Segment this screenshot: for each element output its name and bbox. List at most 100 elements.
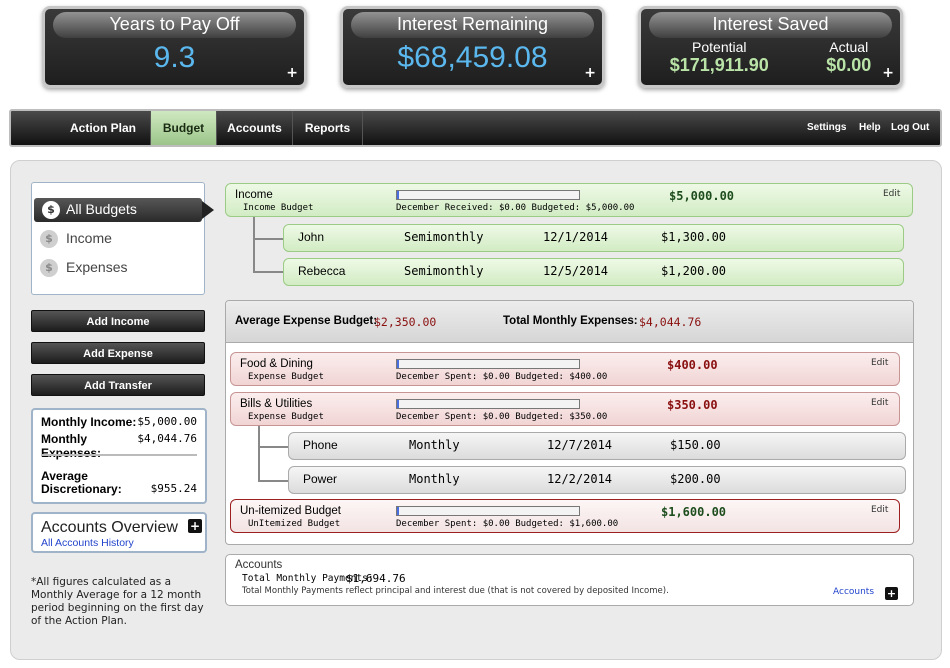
summary-divider <box>41 454 197 456</box>
sidebar-item-expenses[interactable]: $ Expenses <box>37 257 197 279</box>
income-detail: December Received: $0.00 Budgeted: $5,00… <box>396 203 635 213</box>
income-row-rebecca[interactable]: Rebecca Semimonthly 12/5/2014 $1,200.00 <box>283 258 904 286</box>
expand-plus-icon[interactable]: + <box>584 65 596 81</box>
nav-logout[interactable]: Log Out <box>891 111 929 145</box>
avg-expense-label: Average Expense Budget: <box>235 315 378 327</box>
row-amount: $200.00 <box>670 472 721 486</box>
actual-label: Actual <box>829 39 869 55</box>
expense-edit-link[interactable]: Edit <box>871 505 888 515</box>
nav-settings[interactable]: Settings <box>807 111 846 145</box>
accounts-title: Accounts <box>235 559 283 571</box>
add-plus-icon[interactable]: + <box>885 587 898 600</box>
accounts-link[interactable]: Accounts <box>833 587 874 597</box>
total-payments-value: $1,694.76 <box>346 572 406 585</box>
expense-amount: $350.00 <box>667 398 718 412</box>
expense-card-unitemized[interactable]: Un-itemized Budget UnItemized Budget Dec… <box>230 499 900 533</box>
accounts-note: Total Monthly Payments reflect principal… <box>242 586 669 596</box>
nav-budget[interactable]: Budget <box>151 111 217 145</box>
expense-amount: $400.00 <box>667 358 718 372</box>
expense-detail: December Spent: $0.00 Budgeted: $400.00 <box>396 372 608 382</box>
expense-edit-link[interactable]: Edit <box>871 398 888 408</box>
expense-card-bills[interactable]: Bills & Utilities Expense Budget Decembe… <box>230 392 900 426</box>
row-frequency: Semimonthly <box>404 230 484 244</box>
row-frequency: Monthly <box>409 472 460 486</box>
expense-title: Un-itemized Budget <box>240 505 341 517</box>
tree-connector <box>253 238 283 240</box>
potential-label: Potential <box>692 39 747 55</box>
income-subtitle: Income Budget <box>243 203 314 213</box>
footnote: *All figures calculated as a Monthly Ave… <box>31 576 204 627</box>
tile-title: Interest Saved <box>712 14 829 34</box>
sidebar-item-income[interactable]: $ Income <box>37 228 197 250</box>
expense-subtitle: Expense Budget <box>248 412 324 422</box>
discretionary-label: Discretionary: <box>41 482 122 496</box>
all-accounts-history-link[interactable]: All Accounts History <box>41 537 134 549</box>
expense-detail: December Spent: $0.00 Budgeted: $350.00 <box>396 412 608 422</box>
expand-plus-icon[interactable]: + <box>286 65 298 81</box>
progress-fill <box>397 400 399 408</box>
row-frequency: Semimonthly <box>404 264 484 278</box>
tree-connector <box>258 426 260 481</box>
progress-fill <box>397 507 399 515</box>
bills-row-power[interactable]: Power Monthly 12/2/2014 $200.00 <box>288 466 906 494</box>
nav-accounts[interactable]: Accounts <box>217 111 293 145</box>
expense-edit-link[interactable]: Edit <box>871 358 888 368</box>
nav-help[interactable]: Help <box>859 111 881 145</box>
expense-title: Food & Dining <box>240 358 313 370</box>
bills-row-phone[interactable]: Phone Monthly 12/7/2014 $150.00 <box>288 432 906 460</box>
tree-connector <box>253 217 255 272</box>
expand-plus-icon[interactable]: + <box>882 65 894 81</box>
income-coin-icon: $ <box>40 230 58 248</box>
add-income-button[interactable]: Add Income <box>31 310 205 332</box>
row-date: 12/1/2014 <box>543 230 609 244</box>
row-date: 12/2/2014 <box>547 472 613 486</box>
accounts-overview-box: Accounts Overview All Accounts History + <box>31 512 207 553</box>
main-nav: Action Plan Budget Accounts Reports Sett… <box>9 109 942 147</box>
add-transfer-button[interactable]: Add Transfer <box>31 374 205 396</box>
sidebar-item-all-budgets[interactable]: $ All Budgets <box>34 198 214 222</box>
expense-progress-bar <box>396 506 580 516</box>
income-edit-link[interactable]: Edit <box>883 189 900 199</box>
row-name: Rebecca <box>298 264 346 278</box>
tree-connector <box>258 446 288 448</box>
total-expense-value: $4,044.76 <box>639 315 702 329</box>
add-plus-icon[interactable]: + <box>188 519 202 533</box>
expense-card-food[interactable]: Food & Dining Expense Budget December Sp… <box>230 352 900 386</box>
nav-action-plan[interactable]: Action Plan <box>56 111 151 145</box>
add-expense-button[interactable]: Add Expense <box>31 342 205 364</box>
expense-coin-icon: $ <box>40 259 58 277</box>
row-date: 12/5/2014 <box>543 264 609 278</box>
interest-saved-tile[interactable]: Interest Saved Potential $171,911.90 Act… <box>638 6 903 88</box>
progress-fill <box>397 191 399 199</box>
income-progress-bar <box>396 190 580 200</box>
avg-expense-value: $2,350.00 <box>374 315 437 329</box>
years-value: 9.3 <box>153 41 196 74</box>
accounts-card: Accounts Total Monthly Payments: $1,694.… <box>225 554 914 606</box>
expense-amount: $1,600.00 <box>661 505 727 519</box>
expense-summary-header: Average Expense Budget: $2,350.00 Total … <box>226 301 913 343</box>
row-name: Power <box>303 472 338 486</box>
row-name: John <box>298 230 325 244</box>
interest-remaining-value: $68,459.08 <box>397 41 548 74</box>
income-title: Income <box>235 189 273 201</box>
expense-subtitle: Expense Budget <box>248 372 324 382</box>
monthly-summary: Monthly Income: $5,000.00 Monthly Expens… <box>31 408 207 504</box>
row-frequency: Monthly <box>409 438 460 452</box>
income-row-john[interactable]: John Semimonthly 12/1/2014 $1,300.00 <box>283 224 904 252</box>
income-card[interactable]: Income Income Budget December Received: … <box>225 183 913 217</box>
monthly-income-value: $5,000.00 <box>137 415 197 428</box>
actual-value: $0.00 <box>826 55 872 75</box>
expense-title: Bills & Utilities <box>240 398 313 410</box>
nav-reports[interactable]: Reports <box>293 111 363 145</box>
tile-title: Interest Remaining <box>396 14 549 34</box>
monthly-income-label: Monthly Income: <box>41 415 137 429</box>
average-label: Average <box>41 469 88 483</box>
total-expense-label: Total Monthly Expenses: <box>503 315 638 327</box>
interest-remaining-tile[interactable]: Interest Remaining $68,459.08 + <box>340 6 605 88</box>
progress-fill <box>397 360 399 368</box>
row-amount: $150.00 <box>670 438 721 452</box>
expense-subtitle: UnItemized Budget <box>248 519 341 529</box>
row-amount: $1,300.00 <box>661 230 727 244</box>
years-to-pay-off-tile[interactable]: Years to Pay Off 9.3 + <box>42 6 307 88</box>
tree-connector <box>253 271 283 273</box>
